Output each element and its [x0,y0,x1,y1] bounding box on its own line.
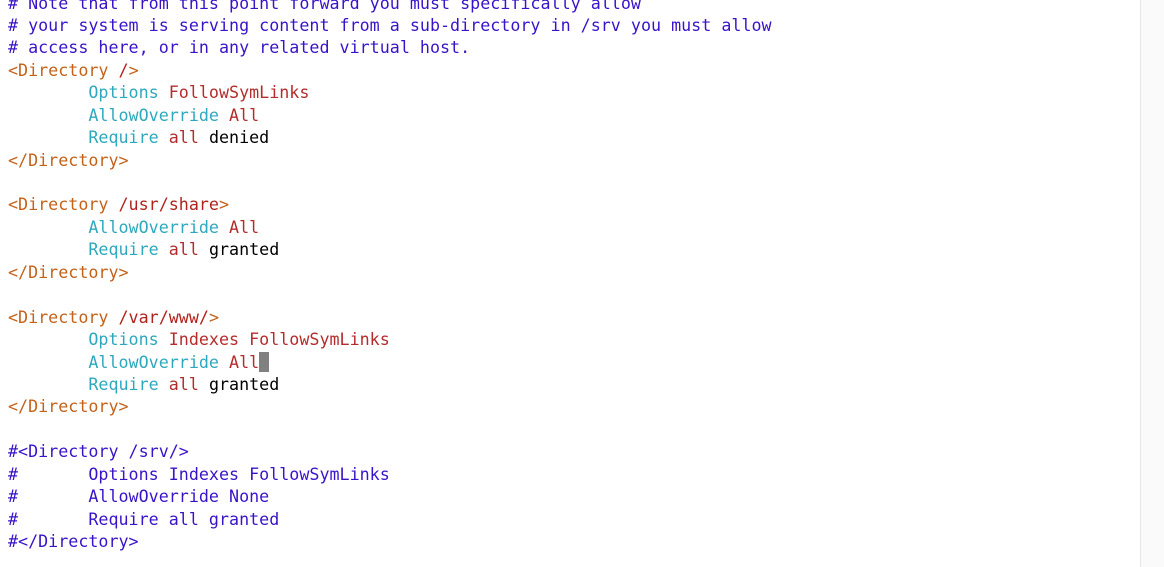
code-line[interactable]: </Directory> [8,149,772,171]
token-directive: Require [88,239,159,260]
code-line[interactable]: </Directory> [8,261,772,283]
token-tag: <Directory [8,194,119,215]
token-value: all [168,239,199,260]
token-value: FollowSymLinks [168,82,310,103]
token-tag: </Directory> [8,261,129,282]
code-line[interactable]: # your system is serving content from a … [8,14,772,36]
token-path: /usr/share [118,194,219,215]
token-value: Indexes FollowSymLinks [168,329,390,350]
code-line[interactable]: # Note that from this point forward you … [8,0,772,14]
token-directive: Require [88,373,159,394]
token-comment: # Options Indexes FollowSymLinks [8,463,390,484]
token-directive: Options [88,329,159,350]
token-value: All [229,104,260,125]
token-plain: granted [208,239,280,260]
token-directive: Options [88,82,159,103]
token-value: All [229,351,260,372]
token-whitespace [159,374,169,394]
token-comment: # AllowOverride None [8,486,270,507]
code-line[interactable]: # access here, or in any related virtual… [8,36,772,58]
code-line[interactable]: AllowOverride All [8,351,772,373]
token-plain: denied [208,127,270,148]
token-tag: </Directory> [8,149,129,170]
code-line[interactable]: <Directory /var/www/> [8,306,772,328]
token-whitespace [8,82,88,102]
code-line[interactable]: Require all denied [8,126,772,148]
token-tag: </Directory> [8,396,129,417]
token-tag: <Directory [8,306,119,327]
token-value: all [168,373,199,394]
token-directive: AllowOverride [88,351,219,372]
token-whitespace [219,105,229,125]
text-cursor [259,351,270,372]
token-directive: AllowOverride [88,216,219,237]
code-text-area[interactable]: # Note that from this point forward you … [8,0,772,552]
token-comment: #<Directory /srv/> [8,441,189,462]
token-whitespace [8,239,88,259]
token-whitespace [8,105,88,125]
token-whitespace [8,352,88,372]
code-line[interactable] [8,171,772,193]
token-tag: > [218,194,230,215]
token-whitespace [159,82,169,102]
code-line[interactable]: <Directory /> [8,59,772,81]
code-line[interactable]: Require all granted [8,238,772,260]
code-line[interactable]: AllowOverride All [8,104,772,126]
code-line[interactable] [8,418,772,440]
token-whitespace [159,127,169,147]
code-line[interactable]: # Options Indexes FollowSymLinks [8,463,772,485]
token-whitespace [219,352,229,372]
token-plain: granted [208,373,280,394]
code-line[interactable]: AllowOverride All [8,216,772,238]
token-whitespace [159,329,169,349]
token-whitespace [199,374,209,394]
token-whitespace [199,239,209,259]
token-comment: # access here, or in any related virtual… [8,37,471,58]
token-comment: # your system is serving content from a … [8,14,772,35]
code-line[interactable]: # AllowOverride None [8,485,772,507]
token-path: /var/www/ [118,306,209,327]
token-whitespace [8,374,88,394]
token-whitespace [8,127,88,147]
code-line[interactable]: #</Directory> [8,530,772,552]
token-comment: #</Directory> [8,531,139,551]
code-editor[interactable]: # Note that from this point forward you … [0,0,1140,567]
code-line[interactable]: Options FollowSymLinks [8,81,772,103]
code-line[interactable]: <Directory /usr/share> [8,193,772,215]
code-line[interactable]: # Require all granted [8,508,772,530]
token-path: / [118,59,129,80]
token-whitespace [219,217,229,237]
token-directive: AllowOverride [88,104,219,125]
code-line[interactable] [8,283,772,305]
code-line[interactable]: Options Indexes FollowSymLinks [8,328,772,350]
token-value: All [229,216,260,237]
token-comment: # Note that from this point forward you … [8,0,641,13]
vertical-scrollbar[interactable] [1140,0,1164,567]
token-tag: > [128,59,139,80]
token-whitespace [199,127,209,147]
token-tag: > [208,306,219,327]
token-whitespace [8,217,88,237]
token-tag: <Directory [8,59,119,80]
code-line[interactable]: </Directory> [8,395,772,417]
code-line[interactable]: #<Directory /srv/> [8,440,772,462]
token-whitespace [159,239,169,259]
code-line[interactable]: Require all granted [8,373,772,395]
token-value: all [168,127,199,148]
token-whitespace [8,329,88,349]
token-comment: # Require all granted [8,508,280,529]
token-directive: Require [88,127,159,148]
